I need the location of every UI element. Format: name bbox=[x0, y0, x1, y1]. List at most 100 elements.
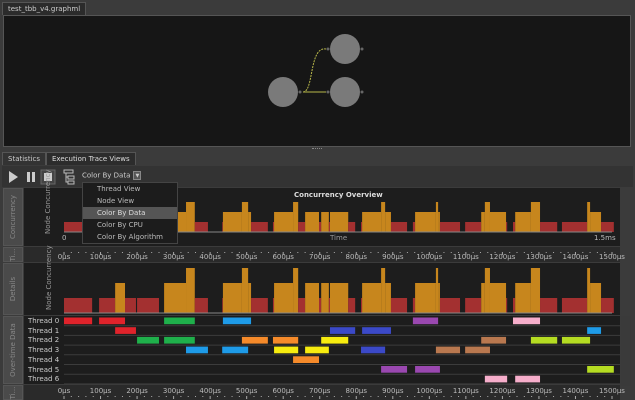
concurrency-bar[interactable] bbox=[590, 212, 602, 232]
concurrency-bar[interactable] bbox=[251, 298, 268, 313]
task-bar[interactable] bbox=[305, 346, 329, 354]
concurrency-bar[interactable] bbox=[361, 298, 363, 313]
side-label-concurrency[interactable]: Concurrency bbox=[3, 188, 23, 246]
tab-statistics[interactable]: Statistics bbox=[2, 152, 46, 165]
task-bar[interactable] bbox=[222, 346, 249, 354]
concurrency-bar[interactable] bbox=[251, 222, 268, 232]
side-label-details[interactable]: Details bbox=[3, 263, 23, 315]
task-bar[interactable] bbox=[272, 336, 299, 344]
concurrency-bar[interactable] bbox=[164, 283, 187, 313]
concurrency-bar[interactable] bbox=[115, 283, 126, 313]
concurrency-bar[interactable] bbox=[305, 283, 320, 313]
concurrency-bar[interactable] bbox=[438, 212, 440, 232]
concurrency-bar[interactable] bbox=[272, 222, 275, 232]
concurrency-bar[interactable] bbox=[438, 283, 440, 313]
menu-item-color-by-cpu[interactable]: Color By CPU bbox=[83, 219, 177, 231]
concurrency-bar[interactable] bbox=[362, 283, 382, 313]
concurrency-bar[interactable] bbox=[361, 222, 363, 232]
task-bar[interactable] bbox=[415, 366, 440, 373]
concurrency-bar[interactable] bbox=[561, 298, 588, 313]
concurrency-bar[interactable] bbox=[530, 268, 541, 313]
task-bar[interactable] bbox=[481, 336, 507, 344]
task-bar[interactable] bbox=[412, 317, 439, 325]
concurrency-bar[interactable] bbox=[222, 283, 242, 313]
menu-item-node-view[interactable]: Node View bbox=[83, 195, 177, 207]
task-bar[interactable] bbox=[587, 327, 602, 334]
concurrency-bar[interactable] bbox=[137, 298, 159, 313]
details-panel[interactable]: Node Concurrency bbox=[24, 245, 620, 315]
concurrency-bar[interactable] bbox=[601, 298, 614, 313]
concurrency-bar[interactable] bbox=[489, 212, 507, 232]
task-bar[interactable] bbox=[435, 346, 461, 354]
concurrency-bar[interactable] bbox=[385, 212, 391, 232]
file-tab[interactable]: test_tbb_v4.graphml bbox=[2, 2, 87, 15]
concurrency-bar[interactable] bbox=[274, 212, 294, 232]
concurrency-bar[interactable] bbox=[329, 283, 349, 313]
concurrency-bar[interactable] bbox=[222, 212, 242, 232]
concurrency-bar[interactable] bbox=[435, 202, 439, 232]
concurrency-bar[interactable] bbox=[415, 212, 436, 232]
task-bar[interactable] bbox=[137, 336, 159, 344]
concurrency-bar[interactable] bbox=[601, 222, 614, 232]
concurrency-bar[interactable] bbox=[319, 298, 322, 313]
concurrency-bar[interactable] bbox=[328, 222, 330, 232]
chevron-down-icon[interactable]: ▼ bbox=[133, 171, 142, 180]
concurrency-bar[interactable] bbox=[435, 268, 439, 313]
concurrency-bar[interactable] bbox=[484, 268, 490, 313]
concurrency-bar[interactable] bbox=[506, 298, 508, 313]
task-bar[interactable] bbox=[512, 317, 541, 325]
concurrency-bar[interactable] bbox=[222, 298, 223, 313]
concurrency-bar[interactable] bbox=[348, 298, 356, 313]
concurrency-bar[interactable] bbox=[305, 212, 320, 232]
task-bar[interactable] bbox=[321, 336, 349, 344]
concurrency-bar[interactable] bbox=[587, 202, 591, 232]
concurrency-bar[interactable] bbox=[125, 298, 136, 313]
concurrency-bar[interactable] bbox=[530, 202, 541, 232]
concurrency-bar[interactable] bbox=[512, 298, 516, 313]
concurrency-bar[interactable] bbox=[64, 298, 93, 313]
task-bar[interactable] bbox=[164, 317, 195, 325]
concurrency-bar[interactable] bbox=[390, 298, 408, 313]
time-axis-bottom[interactable]: 0μs 100μs 200μs 300μs 400μs 500μs 600μs 700μs 80… bbox=[24, 385, 625, 400]
concurrency-bar[interactable] bbox=[587, 268, 591, 313]
concurrency-bar[interactable] bbox=[272, 298, 275, 313]
menu-item-color-by-data[interactable]: Color By Data bbox=[83, 207, 177, 219]
concurrency-bar[interactable] bbox=[540, 222, 558, 232]
task-bar[interactable] bbox=[362, 327, 391, 334]
concurrency-bar[interactable] bbox=[489, 283, 507, 313]
vertical-scrollbar[interactable] bbox=[621, 316, 631, 386]
concurrency-bar[interactable] bbox=[328, 298, 330, 313]
task-bar[interactable] bbox=[484, 375, 508, 383]
concurrency-bar[interactable] bbox=[590, 283, 602, 313]
pause-icon[interactable] bbox=[27, 172, 30, 182]
concurrency-bar[interactable] bbox=[248, 212, 252, 232]
concurrency-bar[interactable] bbox=[506, 222, 508, 232]
task-bar[interactable] bbox=[241, 336, 268, 344]
concurrency-bar[interactable] bbox=[362, 212, 382, 232]
menu-item-thread-view[interactable]: Thread View bbox=[83, 183, 177, 195]
menu-item-color-by-algorithm[interactable]: Color By Algorithm bbox=[83, 231, 177, 243]
concurrency-bar[interactable] bbox=[439, 222, 461, 232]
concurrency-bar[interactable] bbox=[481, 283, 485, 313]
concurrency-bar[interactable] bbox=[293, 202, 299, 232]
concurrency-bar[interactable] bbox=[194, 298, 208, 313]
concurrency-bar[interactable] bbox=[298, 298, 306, 313]
concurrency-bar[interactable] bbox=[248, 283, 252, 313]
concurrency-bar[interactable] bbox=[484, 202, 490, 232]
concurrency-bar[interactable] bbox=[561, 222, 588, 232]
task-bar[interactable] bbox=[293, 356, 320, 363]
concurrency-bar[interactable] bbox=[381, 202, 386, 232]
concurrency-bar[interactable] bbox=[298, 222, 306, 232]
concurrency-bar[interactable] bbox=[186, 268, 195, 313]
task-bar[interactable] bbox=[587, 366, 614, 373]
task-bar[interactable] bbox=[99, 317, 126, 325]
concurrency-bar[interactable] bbox=[321, 283, 329, 313]
side-label-over-time-data[interactable]: Over-time Data bbox=[3, 316, 23, 384]
concurrency-bar[interactable] bbox=[412, 298, 416, 313]
task-bar[interactable] bbox=[115, 327, 136, 334]
task-bar[interactable] bbox=[64, 317, 93, 325]
concurrency-bar[interactable] bbox=[540, 298, 558, 313]
concurrency-bar[interactable] bbox=[512, 222, 516, 232]
graph-view[interactable] bbox=[3, 15, 631, 147]
task-bar[interactable] bbox=[222, 317, 252, 325]
